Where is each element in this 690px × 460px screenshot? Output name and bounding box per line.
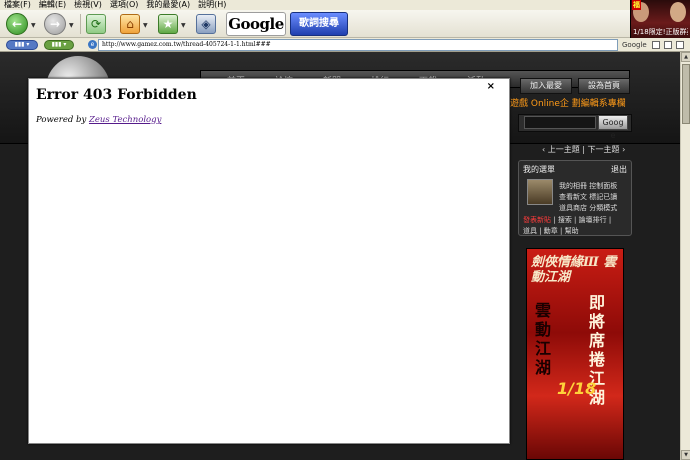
user-menu-links[interactable]: 查看新文 標記已讀 [559,192,617,202]
browser-toolbar: ← ▼ → ▼ ⟳ ⌂ ▼ ★ ▼ ◈ Google 歌詞搜尋 [0,10,630,38]
banner-left-text: 雲動江湖 [535,301,552,377]
toolbar-mini-icon[interactable] [676,41,684,49]
cube-icon: ◈ [201,17,211,31]
set-homepage-button[interactable]: 設為首頁 [578,78,630,94]
user-menu-links[interactable]: 道具商店 分類模式 [559,203,617,213]
user-menu-links[interactable]: 我的相冊 控制面板 [559,181,617,191]
forward-dropdown-icon[interactable]: ▼ [69,22,74,29]
back-arrow-icon: ← [11,17,23,31]
forward-arrow-icon: → [49,17,61,31]
scroll-down-icon[interactable]: ▼ [681,450,690,460]
url-input[interactable]: http://www.gamez.com.tw/thread-405724-1-… [98,39,618,51]
refresh-button[interactable]: ⟳ [86,14,106,34]
toolbar-divider [80,14,81,34]
menu-help[interactable]: 說明(H) [198,0,226,10]
google-logo: Google [228,15,284,33]
user-menu-links-row: 發表新貼 | 搜索 | 論壇排行 | [523,215,611,225]
user-menu-title: 我的選單 [523,165,555,174]
user-menu-links[interactable]: | 搜索 | 論壇排行 | [553,216,611,224]
history-button[interactable]: ◈ [196,14,216,34]
back-button[interactable]: ← [6,13,28,35]
home-button[interactable]: ⌂ [120,14,140,34]
marquee-text[interactable]: 遊戲 Online企 劃編輯系專欄 [510,97,630,111]
user-menu-links[interactable]: 道具 | 勳章 | 幫助 [523,226,579,236]
page-title: Error 403 Forbidden [36,87,197,103]
powered-by-line: Powered by Zeus Technology [36,115,161,125]
corner-ad[interactable]: 福 1/18限定!正版群英 [630,0,690,38]
home-icon: ⌂ [126,17,134,31]
forward-button[interactable]: → [44,13,66,35]
banner-promo: 1/18 [557,379,597,398]
menu-edit[interactable]: 編輯(E) [39,0,66,10]
zeus-technology-link[interactable]: Zeus Technology [89,115,161,125]
menu-bar: 檔案(F) 編輯(E) 檢視(V) 選項(O) 我的最愛(A) 說明(H) [0,0,690,10]
toolbar-mini-icon[interactable] [652,41,660,49]
game-ad-banner[interactable]: 劍俠情緣Ⅲ 雲動江湖 雲動江湖 即將席捲江湖 1/18 [526,248,624,460]
new-post-link[interactable]: 發表新貼 [523,216,551,224]
address-bar: ▮▮▮ ▾ ▮▮▮ ▾ e http://www.gamez.com.tw/th… [0,38,690,52]
google-toolbar-button[interactable]: Google [226,12,286,36]
star-icon: ★ [162,17,174,31]
menu-view[interactable]: 檢視(V) [74,0,102,10]
close-icon[interactable]: × [487,81,495,92]
thread-pager[interactable]: ‹ 上一主題 | 下一主題 › [542,144,625,155]
user-menu-box: 我的選單 退出 我的相冊 控制面板 查看新文 標記已讀 道具商店 分類模式 發表… [518,160,632,236]
scroll-thumb[interactable] [682,64,690,124]
logout-link[interactable]: 退出 [611,164,627,175]
favorites-button[interactable]: ★ [158,14,178,34]
menu-options[interactable]: 選項(O) [110,0,139,10]
menu-favorites[interactable]: 我的最愛(A) [146,0,190,10]
ad-face-right [670,2,686,22]
vertical-scrollbar[interactable]: ▲ ▼ [680,52,690,460]
add-favorite-button[interactable]: 加入最愛 [520,78,572,94]
banner-title: 劍俠情緣Ⅲ 雲動江湖 [531,255,617,285]
favorites-dropdown-icon[interactable]: ▼ [181,22,186,29]
error-modal: × Error 403 Forbidden Powered by Zeus Te… [28,78,510,444]
avatar[interactable] [527,179,553,205]
ad-tag: 福 [632,0,641,10]
lyrics-search-button[interactable]: 歌詞搜尋 [290,12,348,36]
toolbar-mini-icon[interactable] [664,41,672,49]
site-search-button[interactable]: Goog e [598,115,628,140]
powered-by-label: Powered by [36,115,87,125]
toolbar-pill-go[interactable]: ▮▮▮ ▾ [44,40,74,50]
google-searchbar-label[interactable]: Google [622,39,647,51]
home-dropdown-icon[interactable]: ▼ [143,22,148,29]
menu-file[interactable]: 檔案(F) [4,0,31,10]
back-dropdown-icon[interactable]: ▼ [31,22,36,29]
ad-text: 1/18限定!正版群英 [633,28,688,36]
scroll-up-icon[interactable]: ▲ [681,52,690,62]
toolbar-pill-web[interactable]: ▮▮▮ ▾ [6,40,38,50]
ie-page-icon: e [88,40,97,49]
site-search-input[interactable] [524,116,596,129]
refresh-icon: ⟳ [90,17,102,31]
